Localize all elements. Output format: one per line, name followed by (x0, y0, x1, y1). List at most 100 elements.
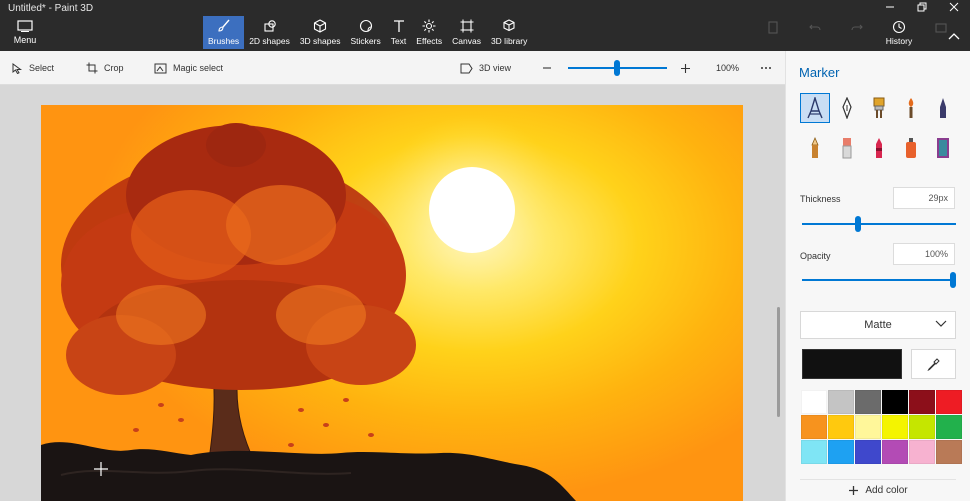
sun (429, 167, 515, 253)
color-swatch[interactable] (828, 390, 854, 414)
magic-select-label: Magic select (173, 63, 224, 73)
current-color-swatch[interactable] (802, 349, 902, 379)
tab-label: Effects (416, 36, 443, 46)
thickness-slider-track[interactable] (802, 223, 956, 225)
color-swatch[interactable] (828, 415, 854, 439)
tab-canvas[interactable]: Canvas (447, 16, 486, 49)
color-palette (801, 390, 962, 464)
3d-view-label: 3D view (479, 63, 512, 73)
tool-tabs: Brushes 2D shapes 3D shapes Stickers Tex… (203, 16, 532, 49)
color-swatch[interactable] (855, 440, 881, 464)
tab-2d-shapes[interactable]: 2D shapes (244, 16, 295, 49)
color-swatch[interactable] (909, 415, 935, 439)
tab-text[interactable]: Text (386, 16, 412, 49)
color-swatch[interactable] (828, 440, 854, 464)
magic-select-button[interactable]: Magic select (154, 51, 223, 85)
eraser-brush[interactable] (832, 133, 862, 163)
oil-brush[interactable] (864, 93, 894, 123)
more-options-button[interactable] (760, 51, 772, 85)
watercolor-icon (908, 98, 914, 118)
tab-3d-library[interactable]: 3D library (486, 16, 532, 49)
calligraphy-pen-brush[interactable] (832, 93, 862, 123)
history-icon (892, 20, 906, 34)
tab-label: 3D library (490, 36, 528, 46)
3d-view-button[interactable]: 3D view (460, 51, 511, 85)
spray-can-icon (906, 138, 916, 158)
tab-3d-shapes[interactable]: 3D shapes (295, 16, 346, 49)
cursor-icon (12, 62, 23, 74)
zoom-out-button[interactable] (542, 51, 552, 85)
crop-label: Crop (104, 63, 124, 73)
color-swatch[interactable] (882, 390, 908, 414)
eyedropper-button[interactable] (911, 349, 956, 379)
opacity-slider-thumb[interactable] (950, 272, 956, 288)
undo-button[interactable] (794, 16, 836, 49)
menu-button[interactable]: Menu (8, 20, 42, 48)
pixel-pen-brush[interactable] (928, 93, 958, 123)
zoom-in-button[interactable] (680, 51, 691, 85)
minimize-icon (886, 6, 894, 8)
history-label: History (885, 36, 913, 46)
crayon-brush[interactable] (864, 133, 894, 163)
finish-dropdown[interactable]: Matte (800, 311, 956, 339)
fill-brush[interactable] (928, 133, 958, 163)
tree-foliage (61, 123, 416, 395)
panel-title: Marker (799, 65, 840, 80)
magic-select-icon (154, 63, 167, 73)
brush-grid (800, 93, 958, 163)
history-button[interactable]: History (878, 16, 920, 49)
collapse-ribbon-button[interactable] (948, 27, 960, 45)
artwork (41, 115, 576, 501)
window-controls (874, 0, 970, 14)
tab-stickers[interactable]: Stickers (345, 16, 385, 49)
opacity-slider-track[interactable] (802, 279, 956, 281)
calligraphy-pen-icon (842, 97, 852, 119)
color-swatch[interactable] (801, 415, 827, 439)
spray-can-brush[interactable] (896, 133, 926, 163)
color-swatch[interactable] (936, 415, 962, 439)
color-swatch[interactable] (882, 440, 908, 464)
marker-icon (807, 97, 823, 119)
thickness-field[interactable]: 29px (893, 187, 955, 209)
pencil-brush[interactable] (800, 133, 830, 163)
redo-button[interactable] (836, 16, 878, 49)
color-swatch[interactable] (855, 415, 881, 439)
paste-button[interactable] (752, 16, 794, 49)
watercolor-brush[interactable] (896, 93, 926, 123)
select-button[interactable]: Select (12, 51, 54, 85)
opacity-field[interactable]: 100% (893, 243, 955, 265)
plus-icon (681, 63, 690, 73)
color-swatch[interactable] (936, 440, 962, 464)
restore-icon (917, 2, 927, 12)
tab-label: 2D shapes (249, 36, 290, 46)
color-swatch[interactable] (936, 390, 962, 414)
tab-label: Canvas (452, 36, 481, 46)
maximize-button[interactable] (906, 0, 938, 14)
thickness-slider-thumb[interactable] (855, 216, 862, 232)
close-button[interactable] (938, 0, 970, 14)
color-swatch[interactable] (855, 390, 881, 414)
opacity-label: Opacity (800, 251, 831, 261)
chevron-down-icon (935, 320, 947, 327)
chevron-up-icon (948, 33, 960, 40)
share-icon (935, 23, 947, 33)
add-color-button[interactable]: Add color (800, 479, 956, 501)
crop-button[interactable]: Crop (86, 51, 124, 85)
color-swatch[interactable] (909, 440, 935, 464)
drawing-canvas[interactable] (41, 105, 743, 501)
color-swatch[interactable] (909, 390, 935, 414)
tab-effects[interactable]: Effects (411, 16, 447, 49)
color-swatch[interactable] (801, 390, 827, 414)
tab-brushes[interactable]: Brushes (203, 16, 245, 49)
minimize-button[interactable] (874, 0, 906, 14)
stickers-icon (359, 19, 372, 33)
text-icon (393, 20, 404, 32)
vertical-scrollbar[interactable] (777, 307, 780, 417)
marker-brush[interactable] (800, 93, 830, 123)
falling-leaves (133, 398, 374, 447)
zoom-slider-thumb[interactable] (614, 60, 620, 76)
tab-label: 3D shapes (299, 36, 341, 46)
3d-library-icon (503, 19, 515, 32)
color-swatch[interactable] (882, 415, 908, 439)
color-swatch[interactable] (801, 440, 827, 464)
